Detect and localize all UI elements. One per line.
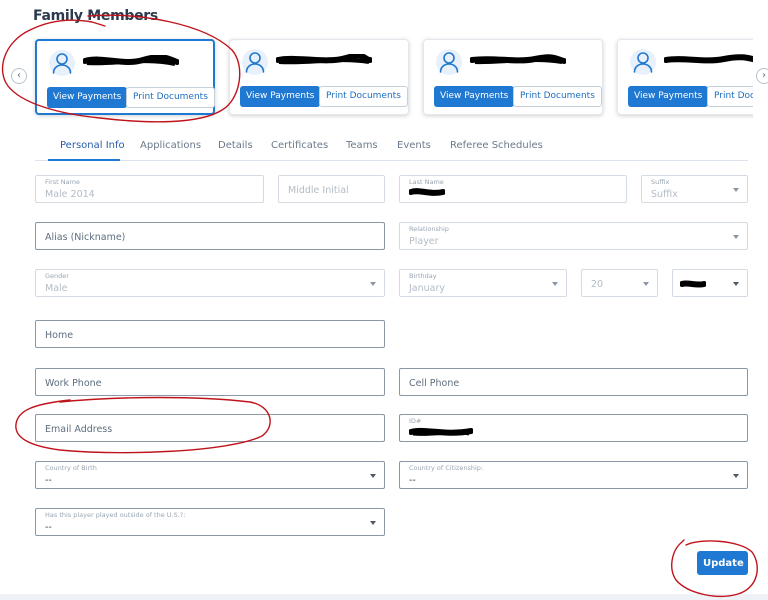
chevron-right-icon: › (762, 70, 766, 81)
first-name-field[interactable]: First Name Male 2014 (35, 175, 264, 203)
last-name-label: Last Name (409, 178, 444, 186)
relationship-label: Relationship (409, 225, 449, 233)
played-outside-us-label: Has this player played outside of the U.… (45, 511, 186, 519)
played-outside-us-value: -- (45, 522, 52, 533)
country-of-citizenship-select[interactable]: Country of Citizenship: -- (399, 461, 748, 489)
email-placeholder: Email Address (45, 424, 113, 435)
chevron-down-icon (552, 282, 558, 286)
first-name-value: Male 2014 (45, 189, 95, 200)
tab-certificates[interactable]: Certificates (271, 140, 328, 151)
middle-initial-field[interactable]: Middle Initial (278, 175, 385, 203)
member-card[interactable]: View Payments Print Documents (35, 39, 215, 115)
birthday-day-value: 20 (591, 279, 604, 290)
relationship-value: Player (409, 236, 439, 247)
suffix-label: Suffix (651, 178, 670, 186)
email-field[interactable]: Email Address (35, 414, 385, 442)
chevron-down-icon (370, 521, 376, 525)
alias-field[interactable]: Alias (Nickname) (35, 222, 385, 250)
user-avatar-icon (242, 49, 268, 75)
chevron-down-icon (733, 282, 739, 286)
redaction-mark (83, 55, 179, 66)
work-phone-field[interactable]: Work Phone (35, 368, 385, 396)
chevron-down-icon (370, 282, 376, 286)
redaction-mark (664, 54, 753, 64)
tab-applications[interactable]: Applications (140, 140, 201, 151)
print-documents-button[interactable]: Print Docu (707, 86, 753, 107)
tab-personal-info[interactable]: Personal Info (60, 140, 125, 151)
chevron-down-icon (643, 282, 649, 286)
redaction-mark (470, 54, 566, 65)
chevron-down-icon (733, 235, 739, 239)
birthday-month-select[interactable]: Birthday January (399, 269, 567, 297)
country-of-citizenship-label: Country of Citizenship: (409, 464, 484, 472)
cell-phone-field[interactable]: Cell Phone (399, 368, 748, 396)
birthday-day-select[interactable]: 20 (581, 269, 658, 297)
carousel-prev-button[interactable]: ‹ (11, 68, 27, 84)
relationship-select[interactable]: Relationship Player (399, 222, 748, 250)
birthday-year-select[interactable] (672, 269, 748, 297)
footer-bar (0, 594, 768, 600)
member-card[interactable]: View Payments Print Documents (229, 39, 409, 115)
gender-select[interactable]: Gender Male (35, 269, 385, 297)
cell-phone-placeholder: Cell Phone (409, 378, 460, 389)
id-number-field[interactable]: ID# (399, 414, 748, 442)
chevron-left-icon: ‹ (17, 70, 21, 81)
chevron-down-icon (370, 474, 376, 478)
chevron-down-icon (733, 474, 739, 478)
country-of-birth-value: -- (45, 475, 52, 486)
redaction-mark (276, 54, 372, 65)
user-avatar-icon (436, 49, 462, 75)
member-card[interactable]: View Payments Print Docu (617, 39, 753, 115)
active-tab-indicator (48, 159, 120, 161)
birthday-label: Birthday (409, 272, 437, 280)
home-phone-placeholder: Home (45, 330, 74, 341)
gender-label: Gender (45, 272, 69, 280)
page-title: Family Members (33, 8, 158, 24)
print-documents-button[interactable]: Print Documents (513, 86, 602, 107)
played-outside-us-select[interactable]: Has this player played outside of the U.… (35, 508, 385, 536)
profile-tabs: Personal Info Applications Details Certi… (35, 134, 748, 161)
view-payments-button[interactable]: View Payments (47, 87, 128, 108)
birthday-month-value: January (409, 283, 446, 294)
print-documents-button[interactable]: Print Documents (319, 86, 408, 107)
first-name-label: First Name (45, 178, 80, 186)
alias-placeholder: Alias (Nickname) (45, 232, 126, 243)
middle-initial-placeholder: Middle Initial (288, 185, 349, 196)
work-phone-placeholder: Work Phone (45, 378, 102, 389)
update-button[interactable]: Update (697, 551, 748, 575)
tab-teams[interactable]: Teams (346, 140, 378, 151)
user-avatar-icon (49, 50, 75, 76)
tab-referee-schedules[interactable]: Referee Schedules (450, 140, 543, 151)
tab-events[interactable]: Events (397, 140, 431, 151)
user-avatar-icon (630, 49, 656, 75)
id-number-label: ID# (409, 417, 422, 425)
member-card[interactable]: View Payments Print Documents (423, 39, 603, 115)
country-of-citizenship-value: -- (409, 475, 416, 486)
view-payments-button[interactable]: View Payments (240, 86, 321, 107)
country-of-birth-select[interactable]: Country of Birth -- (35, 461, 385, 489)
print-documents-button[interactable]: Print Documents (126, 87, 215, 108)
suffix-value: Suffix (651, 189, 678, 200)
redaction-mark (680, 280, 706, 288)
chevron-down-icon (733, 188, 739, 192)
home-phone-field[interactable]: Home (35, 320, 385, 348)
last-name-field[interactable]: Last Name (399, 175, 627, 203)
redaction-mark (409, 427, 473, 436)
carousel-next-button[interactable]: › (756, 68, 768, 84)
tab-details[interactable]: Details (218, 140, 253, 151)
country-of-birth-label: Country of Birth (45, 464, 97, 472)
gender-value: Male (45, 283, 68, 294)
view-payments-button[interactable]: View Payments (628, 86, 709, 107)
suffix-select[interactable]: Suffix Suffix (641, 175, 748, 203)
view-payments-button[interactable]: View Payments (434, 86, 515, 107)
family-member-carousel: View Payments Print Documents View Payme… (30, 30, 753, 126)
redaction-mark (409, 188, 445, 196)
